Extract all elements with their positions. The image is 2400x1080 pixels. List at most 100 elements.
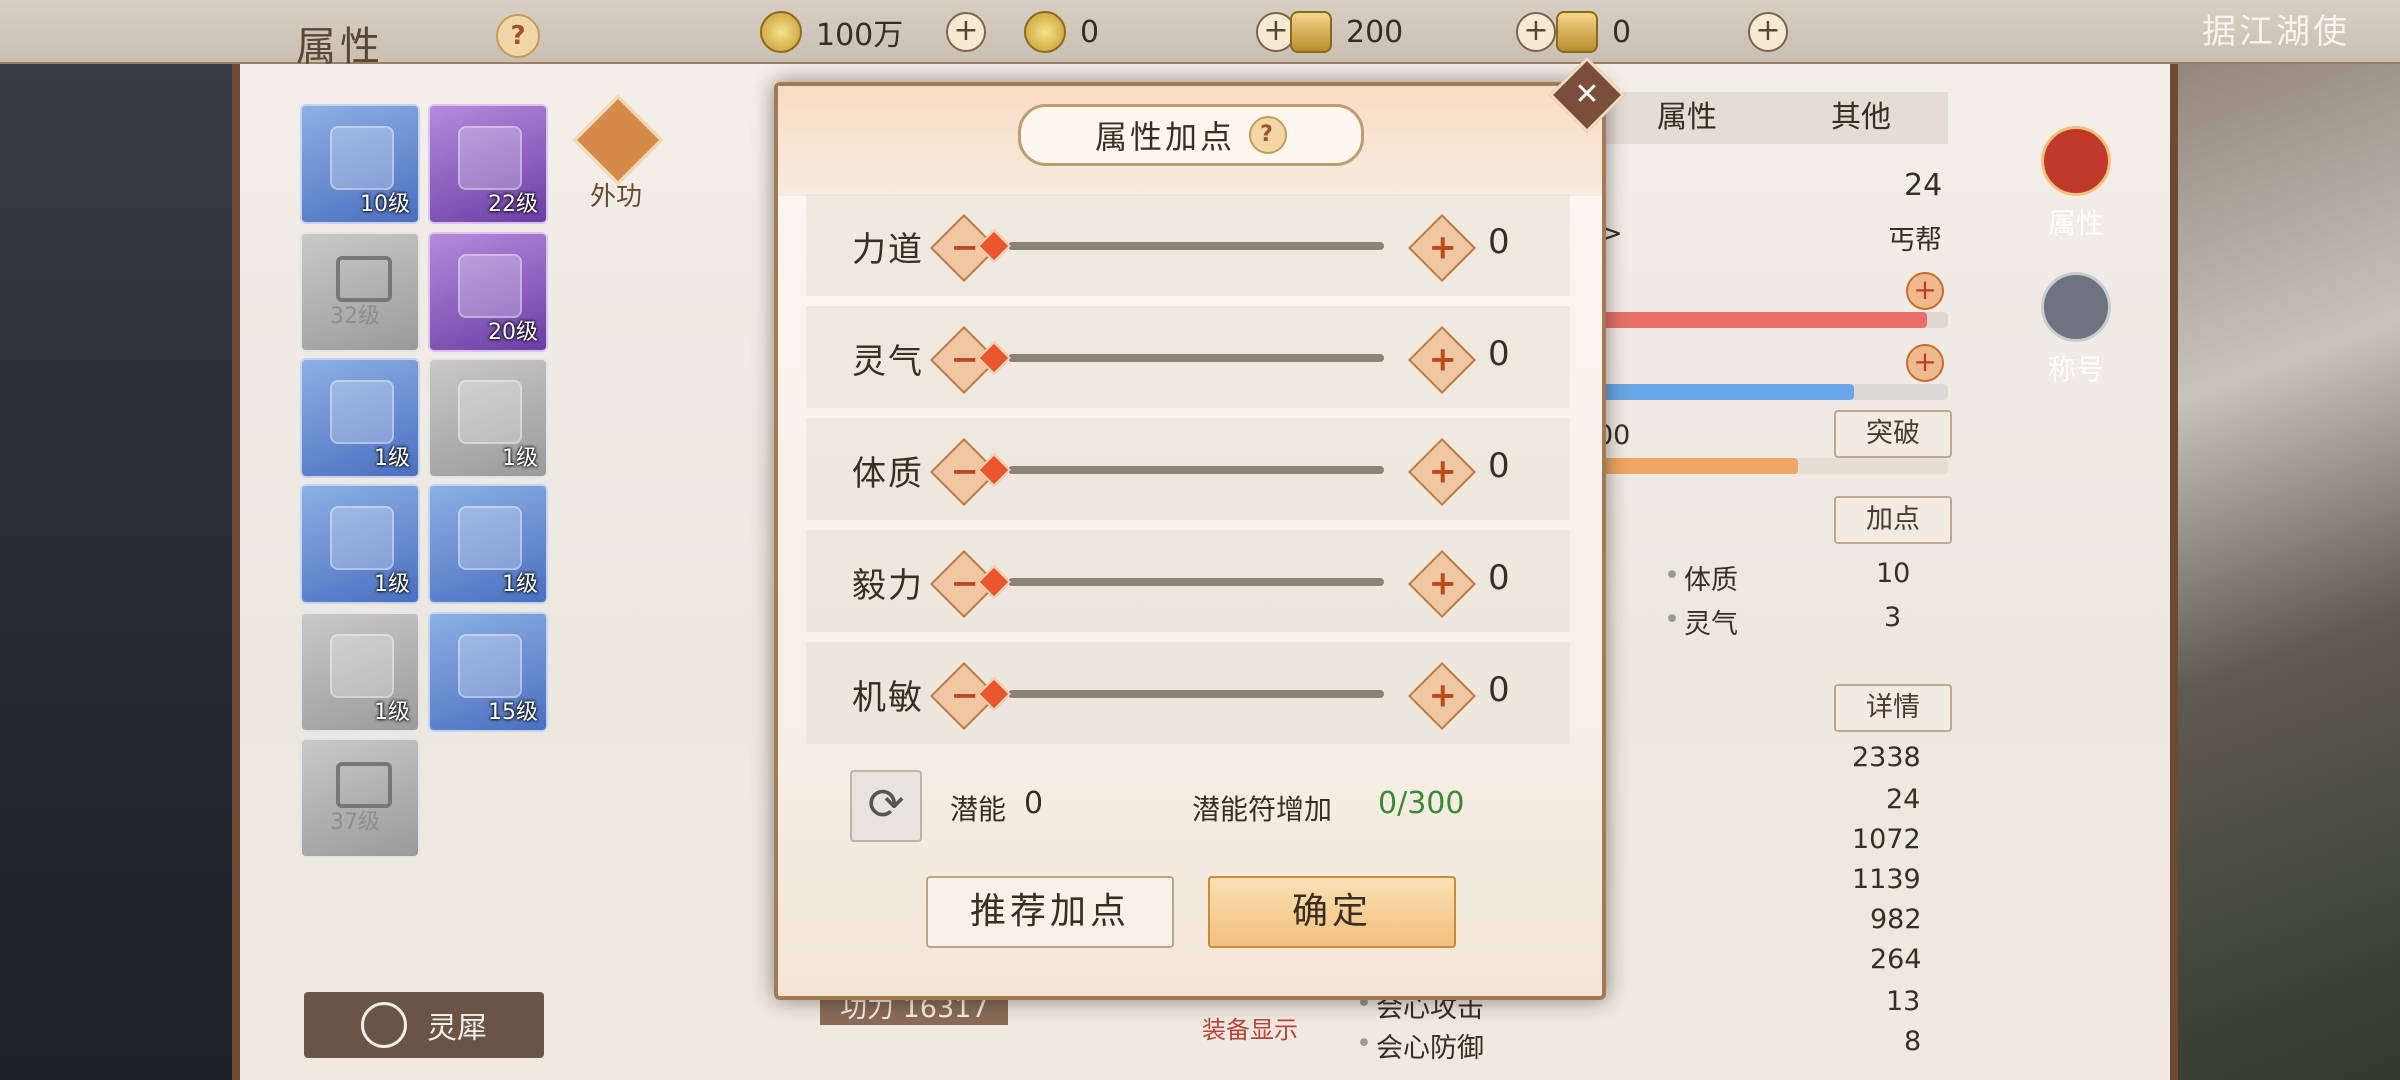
attr-value: 10 <box>1876 558 1911 589</box>
increase-button[interactable]: + <box>1408 214 1476 282</box>
stat-value: 0 <box>1488 670 1510 710</box>
info-tabs: 属性 其他 <box>1600 92 1948 144</box>
boots-icon <box>330 634 394 698</box>
stat-number: 1072 <box>1852 824 1921 855</box>
tab-attributes[interactable]: 属性 <box>1600 92 1774 144</box>
stat-row-lingqi: 灵气 − + 0 <box>806 306 1570 408</box>
nav-label: 称号 <box>2047 353 2104 386</box>
equipment-level: 1级 <box>502 446 538 471</box>
equipment-slot-armor[interactable]: 22级 <box>428 104 548 224</box>
details-button[interactable]: 详情 <box>1834 684 1952 732</box>
slider-track[interactable] <box>1008 690 1384 698</box>
panel-title: 属性 <box>296 24 384 70</box>
slider-track[interactable] <box>1008 466 1384 474</box>
increase-button[interactable]: + <box>1408 326 1476 394</box>
stat-row-lidao: 力道 − + 0 <box>806 194 1570 296</box>
equipment-slot-belt[interactable]: 15级 <box>428 612 548 732</box>
potential-label: 潜能 <box>950 793 1007 826</box>
potential-charm-value: 0/300 <box>1378 786 1465 821</box>
nav-titles[interactable]: 称号 <box>1996 272 2156 388</box>
slider-track[interactable] <box>1008 242 1384 250</box>
ring-jade-icon <box>458 506 522 570</box>
plus-icon: + <box>1428 227 1457 268</box>
close-icon: ✕ <box>1574 77 1600 112</box>
attribute-icon <box>2041 126 2111 196</box>
dialog-help-button[interactable]: ? <box>1249 116 1287 154</box>
add-point-button[interactable]: 加点 <box>1834 496 1952 544</box>
player-level: 24 <box>1904 168 1943 203</box>
bracer-icon <box>330 380 394 444</box>
lingxi-button[interactable]: 灵犀 <box>304 992 544 1058</box>
equipment-level: 37级 <box>330 810 380 835</box>
equipment-slot-bracer[interactable]: 1级 <box>300 358 420 478</box>
bullet-icon: • <box>1664 560 1680 591</box>
equipment-level: 32级 <box>330 304 380 329</box>
stat-label: 体质 <box>852 454 924 494</box>
equipment-slot-costume[interactable]: 20级 <box>428 232 548 352</box>
equipment-level: 1级 <box>374 700 410 725</box>
equipment-level: 15级 <box>488 700 538 725</box>
equip-display-toggle[interactable]: 装备显示 <box>1202 1010 1298 1045</box>
slider-track[interactable] <box>1008 354 1384 362</box>
add-hp-button[interactable]: + <box>1906 272 1944 310</box>
equipment-slot-boots[interactable]: 1级 <box>300 612 420 732</box>
equipment-slot-ring-1[interactable]: 1级 <box>300 484 420 604</box>
silver-ingot-icon <box>1290 11 1332 53</box>
bullet-icon: • <box>1664 604 1680 635</box>
increase-button[interactable]: + <box>1408 662 1476 730</box>
armor-icon <box>458 126 522 190</box>
currency-value: 100万 <box>816 18 904 53</box>
add-mp-button[interactable]: + <box>1906 344 1944 382</box>
dialog-title-text: 属性加点 <box>1094 118 1235 156</box>
breakthrough-button[interactable]: 突破 <box>1834 410 1952 458</box>
attr-name: 灵气 <box>1684 609 1738 640</box>
recommend-points-button[interactable]: 推荐加点 <box>926 876 1174 948</box>
confirm-button[interactable]: 确定 <box>1208 876 1456 948</box>
stat-number: 24 <box>1886 784 1921 815</box>
nav-attributes[interactable]: 属性 <box>1996 126 2156 242</box>
currency-gold-ingot: 0 + <box>1556 10 1788 54</box>
stat-number: 1139 <box>1852 864 1921 895</box>
background-left <box>0 0 240 1080</box>
equipment-slot-ring-2[interactable]: 1级 <box>428 484 548 604</box>
plus-icon: + <box>1428 339 1457 380</box>
help-button[interactable]: ? <box>496 14 540 58</box>
plus-icon: + <box>1428 675 1457 716</box>
nav-label: 属性 <box>2047 207 2104 240</box>
increase-button[interactable]: + <box>1408 550 1476 618</box>
stat-value: 0 <box>1488 446 1510 486</box>
hp-bar-fill <box>1600 312 1927 328</box>
add-silver-ingot-button[interactable]: + <box>1516 12 1556 52</box>
lock-icon <box>336 762 392 808</box>
attr-name: 体质 <box>1684 565 1738 596</box>
increase-button[interactable]: + <box>1408 438 1476 506</box>
plus-icon: + <box>1428 451 1457 492</box>
reset-button[interactable]: ⟳ <box>850 770 922 842</box>
stat-label: 机敏 <box>852 678 924 718</box>
tab-other[interactable]: 其他 <box>1774 92 1948 144</box>
equipment-slot-locked[interactable]: 32级 <box>300 232 420 352</box>
equipment-slot-locked[interactable]: 37级 <box>300 738 420 858</box>
belt-icon <box>458 634 522 698</box>
copper-coin-icon <box>760 11 802 53</box>
currency-value: 0 <box>1080 14 1100 50</box>
stat-label: 毅力 <box>852 566 924 606</box>
equipment-slot-weapon[interactable]: 10级 <box>300 104 420 224</box>
stat-label: 灵气 <box>852 342 924 382</box>
currency-value: 200 <box>1346 14 1404 50</box>
equipment-level: 1级 <box>502 572 538 597</box>
mp-bar-fill <box>1600 384 1854 400</box>
crit-defense-label: 会心防御 <box>1376 1033 1484 1064</box>
sect-name: 丐帮 <box>1888 225 1942 256</box>
lingxi-label: 灵犀 <box>427 1011 487 1046</box>
slider-track[interactable] <box>1008 578 1384 586</box>
currency-copper: 100万 + <box>760 10 986 54</box>
add-copper-button[interactable]: + <box>946 12 986 52</box>
dagger-icon <box>330 126 394 190</box>
equipment-level: 20级 <box>488 320 538 345</box>
equipment-level: 1级 <box>374 446 410 471</box>
equipment-slot-necklace[interactable]: 1级 <box>428 358 548 478</box>
add-gold-ingot-button[interactable]: + <box>1748 12 1788 52</box>
stat-value: 0 <box>1488 222 1510 262</box>
stat-value: 0 <box>1488 558 1510 598</box>
